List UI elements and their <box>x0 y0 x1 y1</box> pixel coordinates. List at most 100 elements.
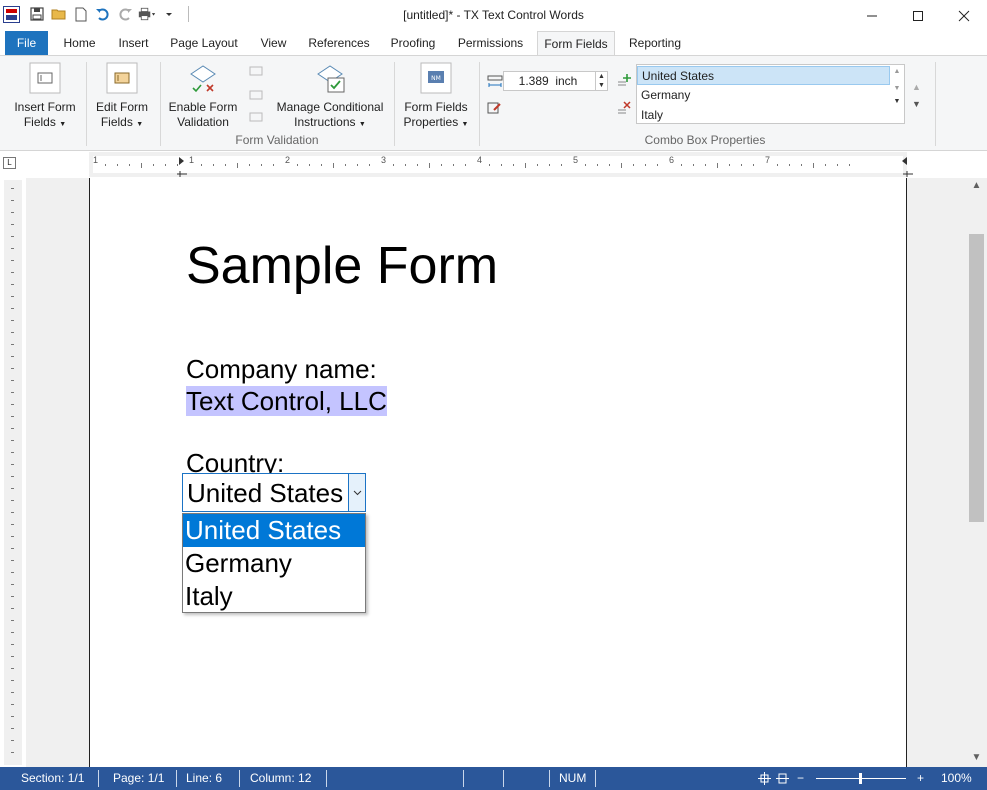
insert-form-fields-button[interactable]: Insert Form Fields ▼ <box>10 62 80 132</box>
company-label: Company name: <box>186 354 377 384</box>
ruler-tick <box>849 164 850 166</box>
combo-items-list[interactable]: United States Germany Italy ▲ ▼ ▼ <box>636 64 905 124</box>
vertical-ruler-tick <box>11 188 14 189</box>
tab-home[interactable]: Home <box>55 31 104 55</box>
ruler-tick <box>729 164 730 166</box>
vertical-ruler-tick <box>11 452 14 453</box>
width-unit: inch <box>555 74 578 88</box>
combo-item[interactable]: Italy <box>637 106 890 125</box>
vertical-ruler-tick <box>11 296 14 297</box>
tab-view[interactable]: View <box>253 31 294 55</box>
add-item-icon[interactable] <box>617 73 631 87</box>
ruler-tick <box>261 164 262 166</box>
vertical-ruler-tick <box>11 548 14 549</box>
vertical-ruler-tick <box>11 632 14 633</box>
vertical-ruler-tick <box>11 740 14 741</box>
ruler-tick <box>273 164 274 166</box>
vertical-ruler[interactable] <box>4 180 22 765</box>
combo-item[interactable]: United States <box>637 66 890 85</box>
vertical-ruler-tick <box>11 500 14 501</box>
spinner-arrows-icon[interactable]: ▲ ▼ <box>595 72 607 90</box>
ruler-tick <box>297 164 298 166</box>
chevron-down-icon[interactable] <box>348 474 365 511</box>
vertical-ruler-tick <box>11 512 14 513</box>
minimize-icon[interactable] <box>849 0 895 31</box>
dropdown-option[interactable]: Germany <box>183 547 365 580</box>
tab-file[interactable]: File <box>5 31 48 55</box>
edit-form-fields-button[interactable]: Edit Form Fields ▼ <box>90 62 154 132</box>
zoom-slider-thumb[interactable] <box>859 773 862 784</box>
enable-form-validation-button[interactable]: Enable Form Validation <box>166 62 240 130</box>
tab-permissions[interactable]: Permissions <box>452 31 529 55</box>
fit-width-icon[interactable] <box>775 771 790 786</box>
vertical-ruler-tick <box>11 536 14 537</box>
fit-page-icon[interactable] <box>757 771 772 786</box>
vertical-ruler-tick <box>11 620 14 621</box>
tab-proofing[interactable]: Proofing <box>384 31 442 55</box>
ruler-tick <box>609 164 610 166</box>
tab-reporting[interactable]: Reporting <box>622 31 688 55</box>
width-spinner[interactable]: 1.389 inch ▲ ▼ <box>503 71 608 91</box>
dropdown-option[interactable]: Italy <box>183 580 365 613</box>
ruler-tick <box>225 164 226 166</box>
vertical-ruler-tick <box>11 476 14 477</box>
right-indent-marker-icon[interactable] <box>897 156 915 178</box>
ruler-number: 3 <box>381 155 387 165</box>
manage-conditional-instructions-button[interactable]: Manage Conditional Instructions ▼ <box>272 62 388 132</box>
ruler-tick <box>717 162 718 168</box>
ruler-tick <box>513 164 514 166</box>
ruler-number: 5 <box>573 155 579 165</box>
status-column: Column: 12 <box>250 771 312 785</box>
move-up-icon[interactable]: ▲ <box>912 74 921 100</box>
vertical-ruler-tick <box>11 440 14 441</box>
indent-marker-icon[interactable] <box>176 156 190 178</box>
enable-form-validation-line2: Validation <box>177 115 229 129</box>
ruler-tick <box>705 164 706 166</box>
tab-page-layout[interactable]: Page Layout <box>164 31 244 55</box>
ruler-tick <box>645 164 646 166</box>
ruler-tick <box>213 164 214 166</box>
combo-item[interactable]: Germany <box>637 86 890 105</box>
vertical-ruler-tick <box>11 404 14 405</box>
move-down-icon[interactable]: ▼ <box>912 100 921 109</box>
delete-item-icon[interactable] <box>617 101 631 115</box>
country-combo-box[interactable]: United States <box>182 473 366 512</box>
ruler-tick <box>153 164 154 166</box>
status-divider <box>98 770 99 787</box>
scroll-down-icon[interactable]: ▼ <box>966 752 987 763</box>
tab-insert[interactable]: Insert <box>110 31 157 55</box>
tab-references[interactable]: References <box>302 31 376 55</box>
ruler-tick <box>237 162 238 168</box>
close-icon[interactable] <box>941 0 987 31</box>
vertical-ruler-tick <box>11 200 14 201</box>
zoom-out-button[interactable]: − <box>797 767 804 790</box>
company-text-field[interactable]: Text Control, LLC <box>186 386 387 416</box>
tab-stop-selector[interactable]: L <box>3 157 16 169</box>
vertical-ruler-tick <box>11 416 14 417</box>
form-field-small-icon <box>249 90 263 100</box>
window-controls <box>849 0 987 31</box>
form-validation-icon <box>190 65 216 93</box>
enable-form-validation-line1: Enable Form <box>168 100 238 114</box>
scroll-up-icon[interactable]: ▲ <box>966 180 987 191</box>
vertical-ruler-tick <box>11 680 14 681</box>
tab-form-fields[interactable]: Form Fields <box>537 31 615 56</box>
form-fields-properties-button[interactable]: NM Form Fields Properties ▼ <box>400 62 472 132</box>
edit-items-icon[interactable] <box>487 101 503 115</box>
vertical-ruler-tick <box>11 368 14 369</box>
status-divider <box>176 770 177 787</box>
dropdown-option[interactable]: United States <box>183 514 365 547</box>
zoom-in-button[interactable]: + <box>917 767 924 790</box>
combo-list-scrollbar[interactable]: ▲ ▼ ▼ <box>890 65 904 123</box>
insert-form-fields-line1: Insert Form <box>14 100 76 114</box>
ruler-tick <box>525 162 526 168</box>
ruler-tick <box>741 164 742 166</box>
chevron-down-icon: ▼ <box>59 121 67 128</box>
scrollbar-thumb[interactable] <box>969 234 984 522</box>
ruler-tick <box>453 164 454 166</box>
maximize-icon[interactable] <box>895 0 941 31</box>
ruler-tick <box>129 164 130 166</box>
status-line: Line: 6 <box>186 771 223 785</box>
vertical-ruler-tick <box>11 596 14 597</box>
ruler-number: 2 <box>285 155 291 165</box>
